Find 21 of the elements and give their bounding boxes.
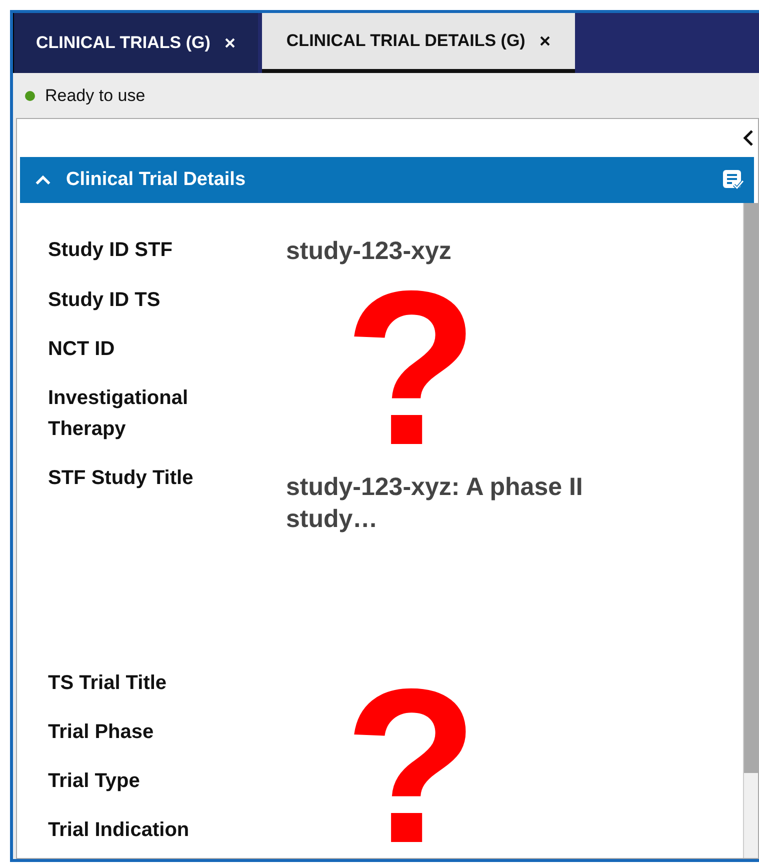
tab[interactable]: CLINICAL TRIALS (G): [14, 13, 258, 73]
status-dot: [25, 90, 35, 100]
field-value: study-123-xyz: A phase II study…: [286, 472, 584, 535]
tab[interactable]: CLINICAL TRIAL DETAILS (G): [262, 13, 576, 73]
field-label: NCT ID: [48, 337, 116, 362]
field-label: Trial Indication: [48, 818, 190, 843]
close-icon[interactable]: [539, 35, 552, 47]
field-label: Study ID TS: [48, 288, 162, 313]
field-label: Investigational Therapy: [48, 386, 190, 442]
note-check-icon[interactable]: [722, 169, 744, 191]
field-label: STF Study Title: [48, 466, 194, 491]
field-label: Trial Phase: [48, 720, 155, 745]
section-header[interactable]: Clinical Trial Details: [20, 157, 754, 203]
question-mark: ?: [344, 656, 478, 865]
status-text: Ready to use: [45, 86, 146, 106]
field-label: Study ID STF: [48, 238, 174, 263]
field-label: TS Trial Title: [48, 671, 168, 696]
section-title: Clinical Trial Details: [66, 169, 247, 191]
field-label: Trial Type: [48, 769, 141, 794]
chevron-left-icon[interactable]: [742, 129, 754, 147]
scrollbar[interactable]: [743, 203, 758, 858]
